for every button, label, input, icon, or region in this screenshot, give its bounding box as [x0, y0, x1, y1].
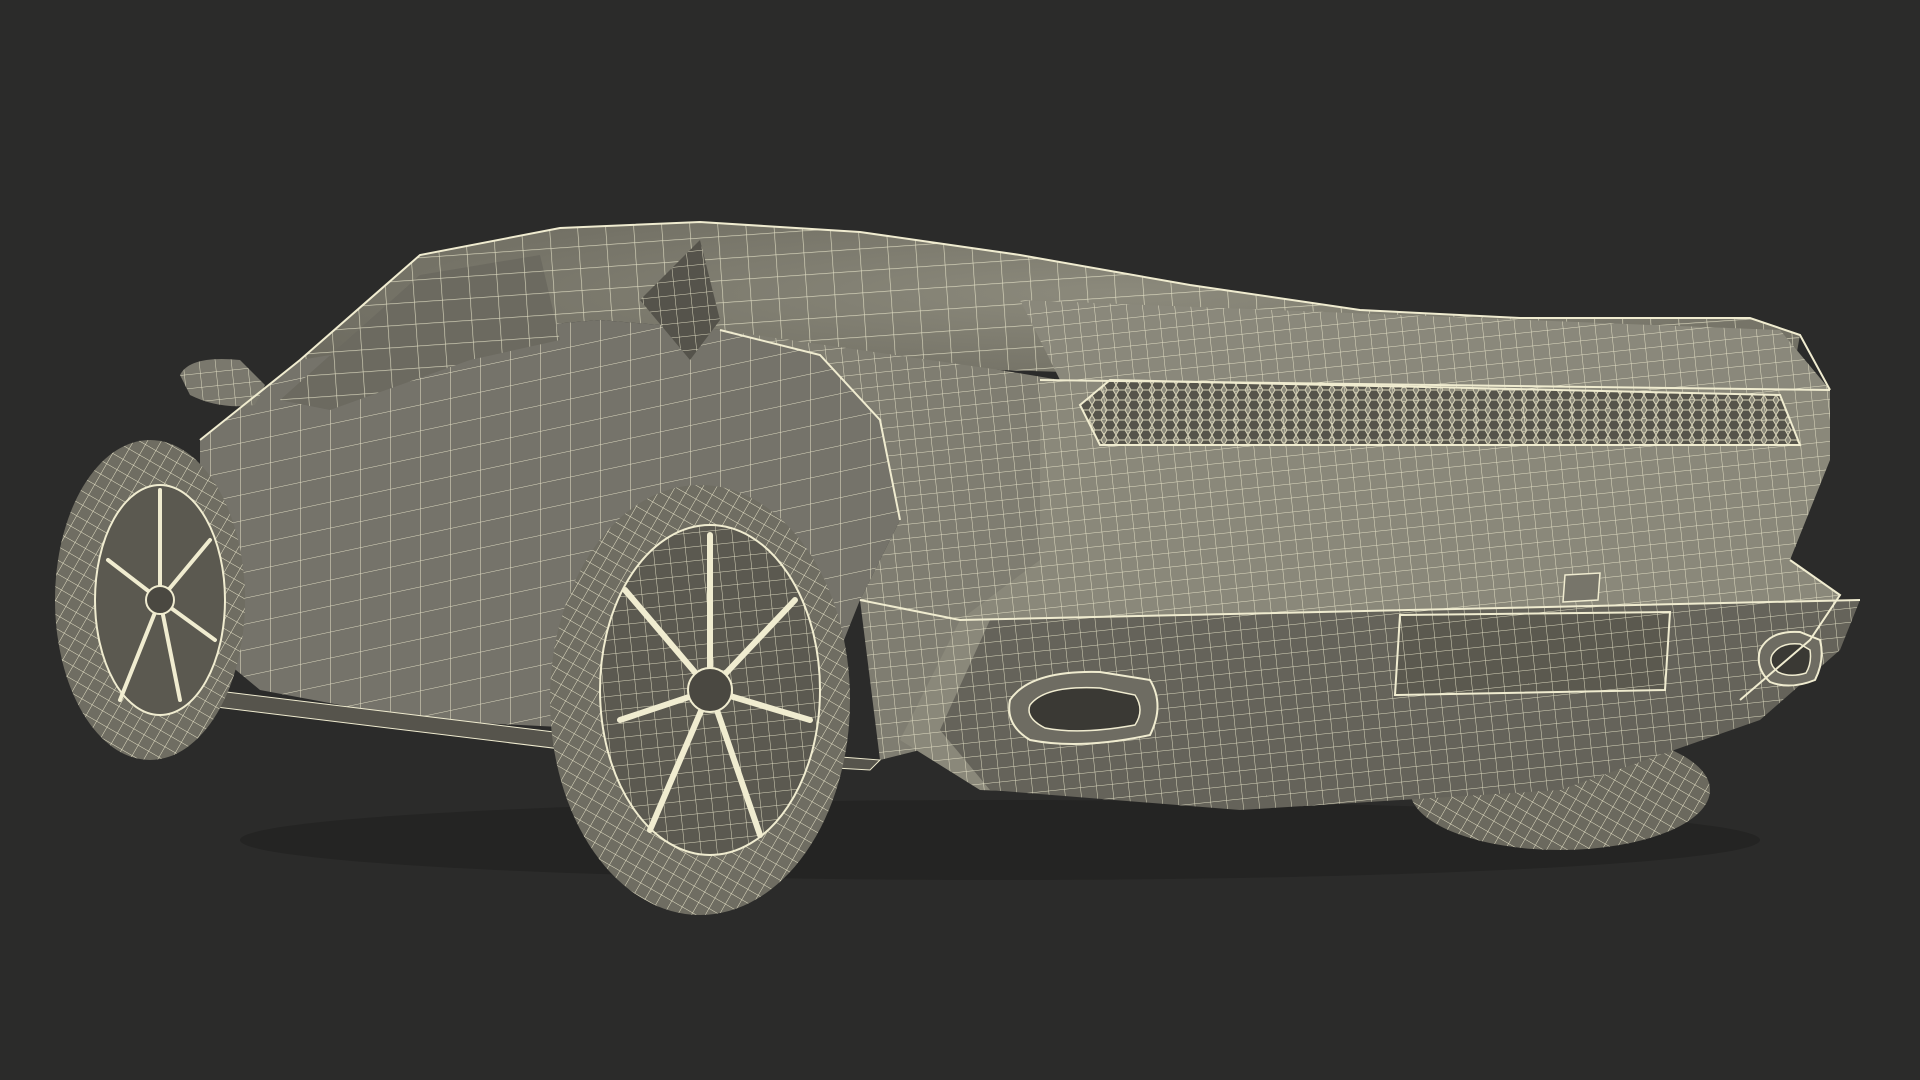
right-exhaust: [1757, 630, 1823, 687]
near-rear-wheel: [550, 485, 850, 915]
left-exhaust: [1008, 670, 1159, 745]
front-wheel: [55, 440, 245, 760]
rear-emblem: [1562, 572, 1601, 603]
car-wireframe-render: [55, 220, 1861, 915]
render-viewport: [0, 0, 1920, 1080]
car-body: [180, 222, 1860, 810]
